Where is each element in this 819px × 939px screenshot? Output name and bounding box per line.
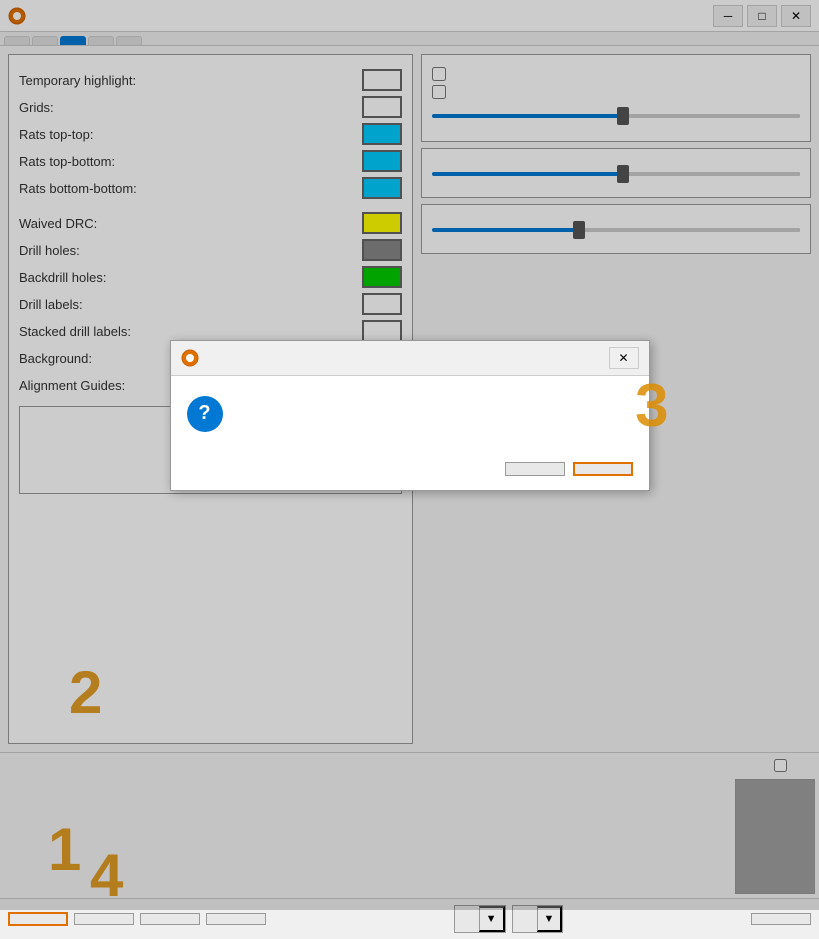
modal-title-left: [181, 349, 205, 367]
modal-buttons: [171, 452, 649, 490]
modal-yes-button[interactable]: [505, 462, 565, 476]
modal-overlay: 3 ✕ ?: [0, 0, 819, 910]
apply-button[interactable]: [140, 913, 200, 925]
modal-close-button[interactable]: ✕: [609, 347, 639, 369]
modal-no-button[interactable]: [573, 462, 633, 476]
ok-button[interactable]: [8, 912, 68, 926]
modal-dialog: 3 ✕ ?: [170, 340, 650, 491]
modal-question-icon: ?: [187, 396, 223, 432]
help-button[interactable]: [751, 913, 811, 925]
cancel-button[interactable]: [74, 913, 134, 925]
modal-title-bar: ✕: [171, 341, 649, 376]
modal-app-icon: [181, 349, 199, 367]
modal-content: ?: [171, 376, 649, 452]
reset-button[interactable]: [206, 913, 266, 925]
